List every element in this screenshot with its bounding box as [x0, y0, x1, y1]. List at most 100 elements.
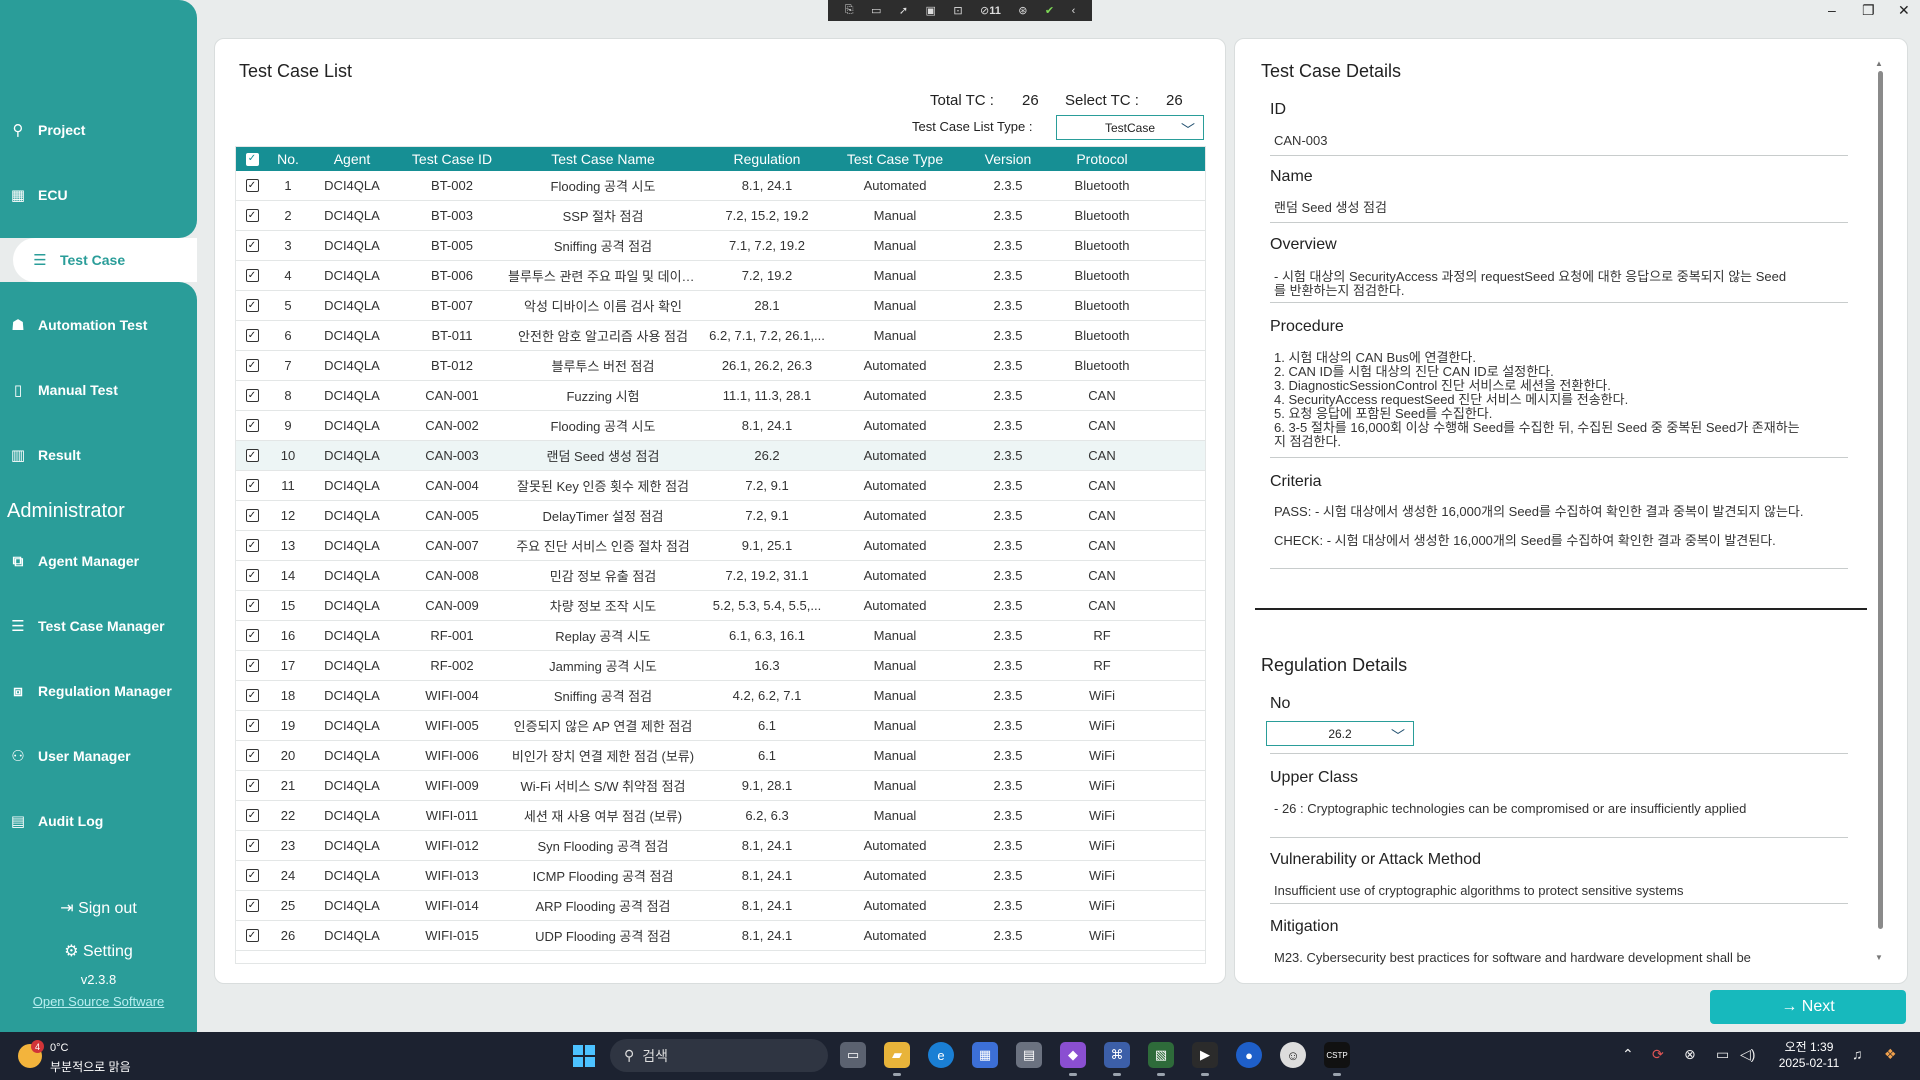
- network-tool-icon[interactable]: ⌘: [1104, 1042, 1130, 1076]
- table-row[interactable]: ✓ 5 DCI4QLA BT-007 악성 디바이스 이름 검사 확인 28.1 Manua…: [236, 291, 1205, 321]
- scroll-up-icon[interactable]: ▲: [1875, 59, 1883, 68]
- sidebar-item-audit-log[interactable]: ▤ Audit Log: [8, 804, 194, 838]
- task-view-icon[interactable]: ▭: [840, 1042, 866, 1068]
- table-row[interactable]: ✓ 17 DCI4QLA RF-002 Jamming 공격 시도 16.3 Manual 2…: [236, 651, 1205, 681]
- open-source-link[interactable]: Open Source Software: [0, 994, 197, 1009]
- row-checkbox[interactable]: ✓: [236, 329, 268, 342]
- sync-icon[interactable]: ⟳: [1652, 1046, 1664, 1063]
- table-row[interactable]: ✓ 21 DCI4QLA WIFI-009 Wi-Fi 서비스 S/W 취약점 점검 9.…: [236, 771, 1205, 801]
- row-checkbox[interactable]: ✓: [236, 689, 268, 702]
- window-icon[interactable]: ▣: [925, 4, 935, 17]
- sidebar-item-result[interactable]: ▥ Result: [8, 438, 194, 472]
- sidebar-item-ecu[interactable]: ▦ ECU: [8, 178, 194, 212]
- col-header-no[interactable]: No.: [268, 151, 308, 167]
- select-all-checkbox[interactable]: ✓: [236, 152, 268, 166]
- record-icon[interactable]: ⊡: [953, 4, 962, 17]
- row-checkbox[interactable]: ✓: [236, 569, 268, 582]
- table-row[interactable]: ✓ 15 DCI4QLA CAN-009 차량 정보 조작 시도 5.2, 5.3, 5.…: [236, 591, 1205, 621]
- table-row[interactable]: ✓ 18 DCI4QLA WIFI-004 Sniffing 공격 점검 4.2, 6.2…: [236, 681, 1205, 711]
- row-checkbox[interactable]: ✓: [236, 599, 268, 612]
- table-row[interactable]: ✓ 10 DCI4QLA CAN-003 랜덤 Seed 생성 점검 26.2 Automa…: [236, 441, 1205, 471]
- camera-icon[interactable]: ▭: [871, 4, 881, 17]
- volume-icon[interactable]: ◁): [1740, 1046, 1755, 1063]
- table-row[interactable]: ✓ 3 DCI4QLA BT-005 Sniffing 공격 점검 7.1, 7.2, 1…: [236, 231, 1205, 261]
- maximize-icon[interactable]: ❐: [1862, 2, 1875, 19]
- table-row[interactable]: ✓ 22 DCI4QLA WIFI-011 세션 재 사용 여부 점검 (보류) 6.2,…: [236, 801, 1205, 831]
- app-icon[interactable]: CSTP: [1324, 1042, 1350, 1076]
- row-checkbox[interactable]: ✓: [236, 869, 268, 882]
- scroll-down-icon[interactable]: ▼: [1875, 953, 1883, 962]
- table-row[interactable]: ✓ 23 DCI4QLA WIFI-012 Syn Flooding 공격 점검 8.1,…: [236, 831, 1205, 861]
- row-checkbox[interactable]: ✓: [236, 719, 268, 732]
- row-checkbox[interactable]: ✓: [236, 389, 268, 402]
- table-row[interactable]: ✓ 1 DCI4QLA BT-002 Flooding 공격 시도 8.1, 24.1 Au…: [236, 171, 1205, 201]
- row-checkbox[interactable]: ✓: [236, 839, 268, 852]
- col-header-regulation[interactable]: Regulation: [698, 151, 836, 167]
- regulation-no-select[interactable]: 26.2 ﹀: [1266, 721, 1414, 746]
- next-button[interactable]: → Next: [1710, 990, 1906, 1024]
- list-type-select[interactable]: TestCase ﹀: [1056, 115, 1204, 140]
- app-icon[interactable]: ☺: [1280, 1042, 1306, 1068]
- col-header-agent[interactable]: Agent: [308, 151, 396, 167]
- sidebar-item-project[interactable]: ⚲ Project: [8, 113, 194, 147]
- table-row[interactable]: ✓ 11 DCI4QLA CAN-004 잘못된 Key 인증 횟수 제한 점검 7.2,…: [236, 471, 1205, 501]
- row-checkbox[interactable]: ✓: [236, 359, 268, 372]
- visual-studio-icon[interactable]: ◆: [1060, 1042, 1086, 1076]
- table-row[interactable]: ✓ 19 DCI4QLA WIFI-005 인증되지 않은 AP 연결 제한 점검 6.1…: [236, 711, 1205, 741]
- table-row[interactable]: ✓ 8 DCI4QLA CAN-001 Fuzzing 시험 11.1, 11.3, 28…: [236, 381, 1205, 411]
- copilot-icon[interactable]: ❖: [1884, 1046, 1897, 1063]
- row-checkbox[interactable]: ✓: [236, 269, 268, 282]
- col-header-version[interactable]: Version: [954, 151, 1062, 167]
- row-checkbox[interactable]: ✓: [236, 779, 268, 792]
- sidebar-item-test-case-manager[interactable]: ☰ Test Case Manager: [8, 609, 194, 643]
- table-row[interactable]: ✓ 2 DCI4QLA BT-003 SSP 절차 점검 7.2, 15.2, 19.2 M…: [236, 201, 1205, 231]
- accessibility-icon[interactable]: ⊛: [1018, 4, 1027, 17]
- row-checkbox[interactable]: ✓: [236, 929, 268, 942]
- setting-button[interactable]: ⚙ Setting: [0, 941, 197, 961]
- check-icon[interactable]: ✔: [1045, 4, 1054, 17]
- table-row[interactable]: ✓ 7 DCI4QLA BT-012 블루투스 버전 점검 26.1, 26.2, 26.…: [236, 351, 1205, 381]
- table-row[interactable]: ✓ 25 DCI4QLA WIFI-014 ARP Flooding 공격 점검 8.1,…: [236, 891, 1205, 921]
- start-button[interactable]: [573, 1045, 595, 1067]
- pointer-icon[interactable]: ➚: [899, 4, 908, 17]
- table-row[interactable]: ✓ 26 DCI4QLA WIFI-015 UDP Flooding 공격 점검 8.1,…: [236, 921, 1205, 951]
- row-checkbox[interactable]: ✓: [236, 239, 268, 252]
- capture-icon[interactable]: ⎘: [845, 4, 854, 17]
- row-checkbox[interactable]: ✓: [236, 209, 268, 222]
- table-row[interactable]: ✓ 9 DCI4QLA CAN-002 Flooding 공격 시도 8.1, 24.1 A…: [236, 411, 1205, 441]
- file-explorer-icon[interactable]: ▰: [884, 1042, 910, 1076]
- sidebar-item-automation-test[interactable]: ☗ Automation Test: [8, 308, 194, 342]
- row-checkbox[interactable]: ✓: [236, 479, 268, 492]
- row-checkbox[interactable]: ✓: [236, 179, 268, 192]
- taskbar-search[interactable]: ⚲ 검색: [610, 1039, 828, 1072]
- table-row[interactable]: ✓ 16 DCI4QLA RF-001 Replay 공격 시도 6.1, 6.3, 16…: [236, 621, 1205, 651]
- maps-icon[interactable]: ●: [1236, 1042, 1262, 1068]
- sidebar-item-test-case[interactable]: ☰ Test Case: [13, 238, 197, 282]
- col-header-test-case-name[interactable]: Test Case Name: [508, 151, 698, 167]
- row-checkbox[interactable]: ✓: [236, 419, 268, 432]
- monitor-icon[interactable]: ▭: [1716, 1046, 1729, 1063]
- table-row[interactable]: ✓ 4 DCI4QLA BT-006 블루투스 관련 주요 파일 및 데이터... 7.2…: [236, 261, 1205, 291]
- col-header-test-case-id[interactable]: Test Case ID: [396, 151, 508, 167]
- row-checkbox[interactable]: ✓: [236, 809, 268, 822]
- sidebar-item-regulation-manager[interactable]: ⧈ Regulation Manager: [8, 674, 194, 708]
- col-header-protocol[interactable]: Protocol: [1062, 151, 1142, 167]
- edge-browser-icon[interactable]: e: [928, 1042, 954, 1068]
- table-row[interactable]: ✓ 12 DCI4QLA CAN-005 DelayTimer 설정 점검 7.2, 9.…: [236, 501, 1205, 531]
- row-checkbox[interactable]: ✓: [236, 629, 268, 642]
- close-circle-icon[interactable]: ⊗: [1684, 1046, 1696, 1063]
- bell-icon[interactable]: ♫: [1852, 1046, 1863, 1062]
- col-header-test-case-type[interactable]: Test Case Type: [836, 151, 954, 167]
- row-checkbox[interactable]: ✓: [236, 899, 268, 912]
- table-row[interactable]: ✓ 13 DCI4QLA CAN-007 주요 진단 서비스 인증 절차 점검 9.1, …: [236, 531, 1205, 561]
- weather-widget[interactable]: 4 0°C 부분적으로 맑음: [18, 1038, 158, 1074]
- sign-out-button[interactable]: ⇥ Sign out: [0, 898, 197, 918]
- close-icon[interactable]: ✕: [1898, 2, 1910, 19]
- minimize-icon[interactable]: –: [1828, 2, 1836, 18]
- store-icon[interactable]: ▦: [972, 1042, 998, 1068]
- table-row[interactable]: ✓ 6 DCI4QLA BT-011 안전한 암호 알고리즘 사용 점검 6.2, 7.1…: [236, 321, 1205, 351]
- sidebar-item-manual-test[interactable]: ▯ Manual Test: [8, 373, 194, 407]
- table-row[interactable]: ✓ 14 DCI4QLA CAN-008 민감 정보 유출 점검 7.2, 19.2, 3…: [236, 561, 1205, 591]
- app-icon[interactable]: ▤: [1016, 1042, 1042, 1068]
- chevron-up-icon[interactable]: ⌃: [1622, 1046, 1634, 1063]
